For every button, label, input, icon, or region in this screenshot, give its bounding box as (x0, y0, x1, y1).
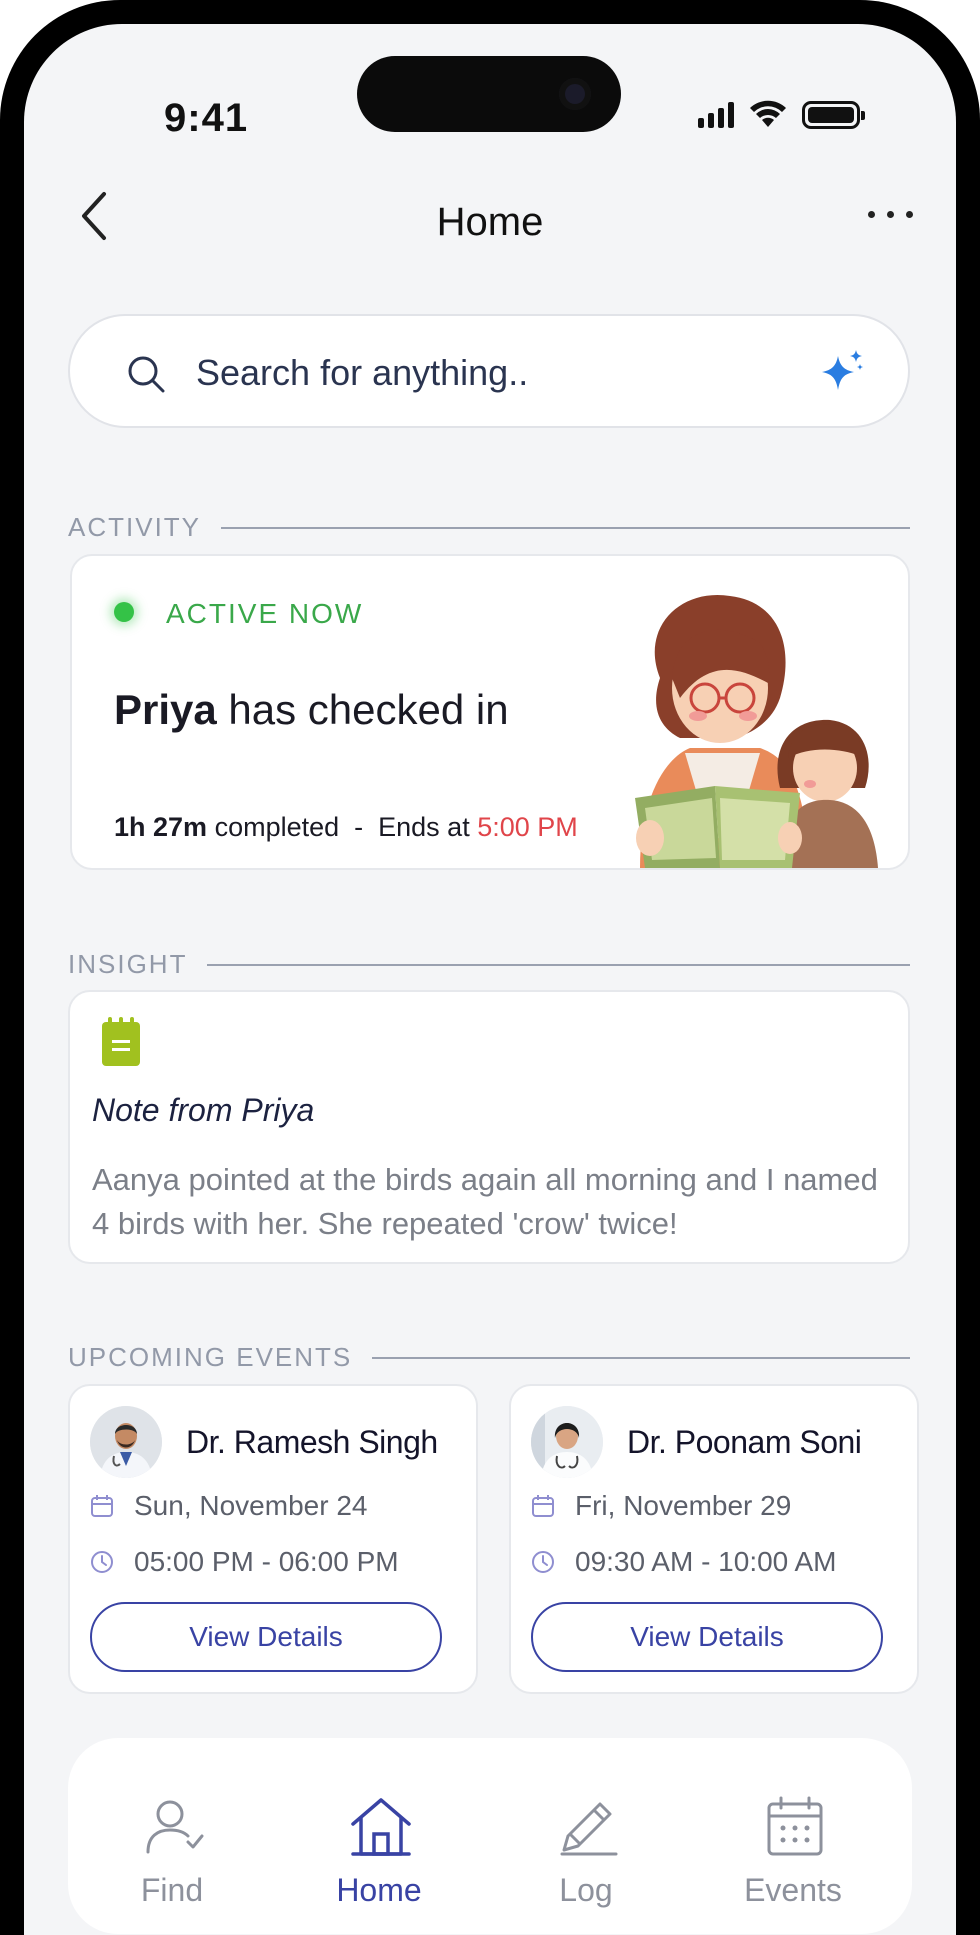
person-check-icon (146, 1800, 204, 1854)
divider (207, 963, 910, 966)
tab-events[interactable]: Events (693, 1738, 893, 1928)
event-date-row: Sun, November 24 (90, 1490, 367, 1522)
tab-find[interactable]: Find (72, 1738, 272, 1928)
section-label: ACTIVITY (68, 512, 202, 542)
event-date: Sun, November 24 (134, 1490, 368, 1521)
doctor-avatar-image (531, 1406, 603, 1478)
notepad-icon (102, 1017, 140, 1066)
event-time: 09:30 AM - 10:00 AM (575, 1546, 837, 1577)
activity-section-header: ACTIVITY (68, 512, 910, 543)
doctor-name: Dr. Poonam Soni (627, 1424, 862, 1460)
divider (221, 526, 910, 529)
avatar (531, 1406, 603, 1478)
search-bar[interactable]: Search for anything.. (68, 314, 910, 428)
note-body: Aanya pointed at the birds again all mor… (92, 1162, 878, 1241)
events-section-header: UPCOMING EVENTS (68, 1342, 910, 1373)
caregiver-name: Priya (114, 686, 217, 733)
bottom-tab-bar: Find Home Log Events (68, 1738, 912, 1934)
more-options-button[interactable] (860, 194, 920, 234)
doctor-name: Dr. Ramesh Singh (186, 1424, 438, 1460)
device-frame: 9:41 Home Search for anything.. ACTIVITY… (0, 0, 980, 1935)
tab-label: Log (559, 1872, 613, 1908)
section-label: UPCOMING EVENTS (68, 1342, 353, 1372)
event-date-row: Fri, November 29 (531, 1490, 791, 1522)
status-icons (698, 100, 865, 130)
home-icon (351, 1798, 411, 1856)
activity-card[interactable]: ACTIVE NOW Priya has checked in 1h 27m c… (70, 554, 910, 870)
active-status-dot (114, 602, 134, 622)
screen: 9:41 Home Search for anything.. ACTIVITY… (24, 24, 956, 1935)
caregiver-reading-illustration (635, 594, 878, 868)
cellular-signal-icon (698, 102, 734, 128)
camera-icon (559, 78, 591, 110)
search-input[interactable]: Search for anything.. (196, 352, 528, 394)
insight-section-header: INSIGHT (68, 949, 910, 980)
more-dot (905, 210, 913, 218)
calendar-icon (532, 1495, 554, 1517)
tab-label: Events (744, 1872, 842, 1908)
insight-card[interactable]: Note from Priya Aanya pointed at the bir… (68, 990, 910, 1264)
doctor-avatar-image (90, 1406, 162, 1478)
dynamic-island (357, 56, 621, 132)
wifi-icon (750, 100, 786, 127)
calendar-icon (767, 1796, 823, 1856)
tab-home[interactable]: Home (279, 1738, 479, 1928)
tab-log[interactable]: Log (486, 1738, 686, 1928)
event-card[interactable]: Dr. Ramesh Singh Sun, November 24 05:00 … (68, 1384, 478, 1694)
avatar (90, 1406, 162, 1478)
page-title: Home (436, 200, 544, 244)
checkin-text: has checked in (216, 686, 509, 733)
event-time-row: 05:00 PM - 06:00 PM (90, 1546, 399, 1578)
session-progress: 1h 27m completed - Ends at 5:00 PM (114, 812, 578, 843)
search-icon (128, 356, 165, 393)
event-card[interactable]: Dr. Poonam Soni Fri, November 29 09:30 A… (509, 1384, 919, 1694)
view-details-button[interactable]: View Details (90, 1602, 442, 1672)
duration: 1h 27m (114, 812, 208, 842)
event-date: Fri, November 29 (575, 1490, 792, 1521)
completed-text: completed - Ends at (207, 812, 478, 842)
more-dot (886, 210, 894, 218)
tab-label: Home (336, 1872, 422, 1908)
event-time-row: 09:30 AM - 10:00 AM (531, 1546, 837, 1578)
event-time: 05:00 PM - 06:00 PM (134, 1546, 399, 1577)
calendar-icon (91, 1495, 113, 1517)
note-title: Note from Priya (92, 1092, 315, 1128)
view-details-button[interactable]: View Details (531, 1602, 883, 1672)
tab-label: Find (140, 1872, 204, 1908)
end-time: 5:00 PM (477, 812, 578, 842)
pencil-icon (560, 1802, 618, 1856)
clock-icon (91, 1551, 113, 1573)
checkin-message: Priya has checked in (114, 686, 509, 734)
ai-sparkle-icon[interactable] (820, 348, 866, 394)
active-status-label: ACTIVE NOW (166, 598, 364, 629)
status-time: 9:41 (164, 96, 249, 140)
more-dot (867, 210, 875, 218)
battery-icon (802, 101, 865, 129)
clock-icon (532, 1551, 554, 1573)
section-label: INSIGHT (68, 949, 188, 979)
divider (372, 1356, 910, 1359)
